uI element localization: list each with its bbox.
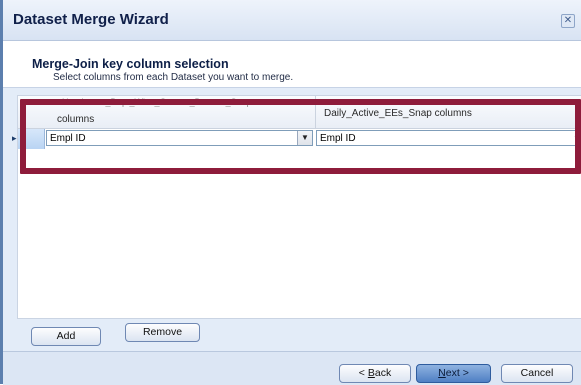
wizard-header-panel: Merge-Join key column selection Select c… (3, 41, 581, 88)
next-button-label: ext > (445, 367, 469, 379)
next-button[interactable]: Next > (416, 364, 491, 383)
back-button-prefix: < (358, 367, 368, 379)
window-title: Dataset Merge Wizard (13, 11, 169, 28)
remove-button[interactable]: Remove (125, 323, 200, 342)
wizard-footer (3, 351, 581, 385)
back-button-accelerator: B (367, 367, 375, 379)
back-button[interactable]: < Back (339, 364, 411, 383)
back-button-label: ack (374, 367, 392, 379)
section-subtitle: Select columns from each Dataset you wan… (53, 72, 294, 83)
close-icon[interactable]: ✕ (561, 14, 575, 28)
section-title: Merge-Join key column selection (32, 57, 229, 71)
dataset-merge-wizard-window: Dataset Merge Wizard ✕ Merge-Join key co… (0, 0, 581, 385)
row-pointer-icon: ▸ (12, 133, 17, 143)
add-button[interactable]: Add (31, 327, 101, 346)
next-button-accelerator: N (438, 367, 446, 379)
highlight-annotation-box (20, 99, 581, 174)
cancel-button[interactable]: Cancel (501, 364, 573, 383)
title-bar: Dataset Merge Wizard ✕ (3, 0, 581, 41)
